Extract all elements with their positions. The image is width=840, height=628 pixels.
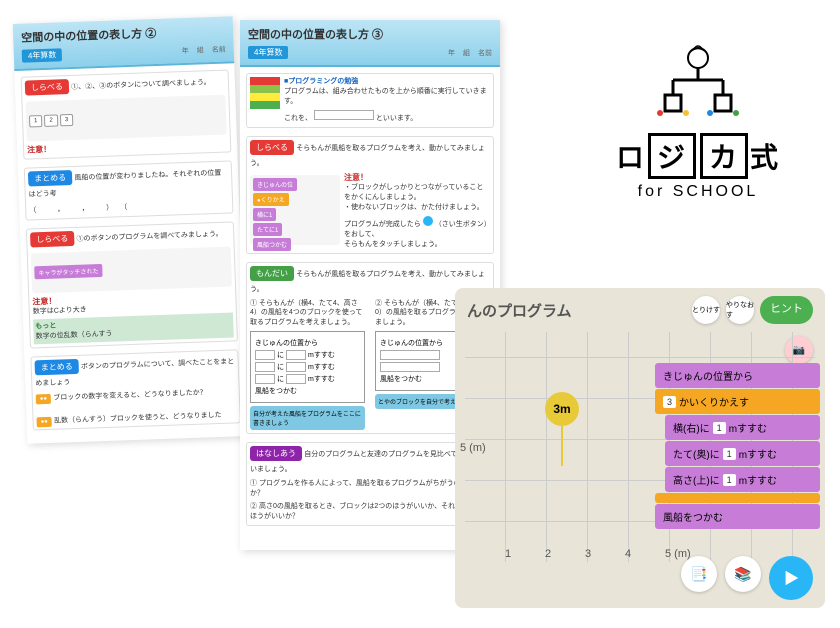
- lightbulb-tree-icon: [648, 40, 748, 120]
- block-move-z[interactable]: 高さ(上)に1mすすむ: [665, 467, 820, 492]
- caution-label: 注意！: [27, 145, 51, 155]
- play-icon: [782, 569, 800, 587]
- discuss-tag: はなしあう: [250, 446, 302, 461]
- block-grab-balloon[interactable]: 風船をつかむ: [655, 504, 820, 529]
- investigate-tag-2: しらべる: [30, 231, 74, 248]
- ws1-header: 空間の中の位置の表し方 ② 4年算数 年組名前: [13, 16, 235, 71]
- undo-button[interactable]: とりけす: [692, 296, 720, 324]
- ws2-title: 空間の中の位置の表し方 ③: [248, 26, 492, 42]
- ws1-title: 空間の中の位置の表し方 ②: [21, 23, 225, 46]
- investigate-tag: しらべる: [25, 79, 69, 96]
- brand-logo: ロジカ式 for SCHOOL: [616, 40, 780, 201]
- program-stack[interactable]: きじゅんの位置から 3かいくりかえす 横(右)に1mすすむ たて(奥)に1mすす…: [655, 362, 820, 530]
- block-repeat[interactable]: 3かいくりかえす: [655, 389, 820, 414]
- ws2-grade: 4年算数: [248, 46, 288, 59]
- blocks-button-1[interactable]: 📑: [681, 556, 717, 592]
- summary-tag-2: まとめる: [34, 359, 78, 376]
- app-window: 高さ(上)に1mすすむ 高さ(下)に1mすすむ 風船をつかむ んのプログラム と…: [455, 288, 825, 608]
- hint-button[interactable]: ヒント: [760, 296, 813, 324]
- block-start[interactable]: きじゅんの位置から: [655, 363, 820, 388]
- play-button[interactable]: [769, 556, 813, 600]
- summary-tag: まとめる: [28, 170, 72, 187]
- worksheet-1: 空間の中の位置の表し方 ② 4年算数 年組名前 しらべる ①、②、③のボタンにつ…: [13, 16, 248, 443]
- app-title: んのプログラム: [467, 300, 572, 321]
- redo-button[interactable]: やりなおす: [726, 296, 754, 324]
- ws1-grade: 4年算数: [22, 48, 63, 62]
- blocks-button-2[interactable]: 📚: [725, 556, 761, 592]
- scene-preview: 1 2 3: [25, 95, 226, 142]
- balloon: 3m: [545, 392, 579, 466]
- brand-name: ロジカ式: [616, 133, 780, 179]
- problem-tag: もんだい: [250, 266, 294, 281]
- investigate-tag: しらべる: [250, 140, 294, 155]
- block-move-x[interactable]: 横(右)に1mすすむ: [665, 415, 820, 440]
- ws2-header: 空間の中の位置の表し方 ③ 4年算数 年組名前: [240, 20, 500, 67]
- 3d-canvas[interactable]: 3m きじゅんの位置から 3かいくりかえす 横(右)に1mすすむ たて(奥)に1…: [465, 332, 815, 562]
- program-template-1: きじゅんの位置から にmすすむ にmすすむ にmすすむ 風船をつかむ: [250, 331, 365, 403]
- block-move-y[interactable]: たて(奥)に1mすすむ: [665, 441, 820, 466]
- brand-sub: for SCHOOL: [616, 183, 780, 201]
